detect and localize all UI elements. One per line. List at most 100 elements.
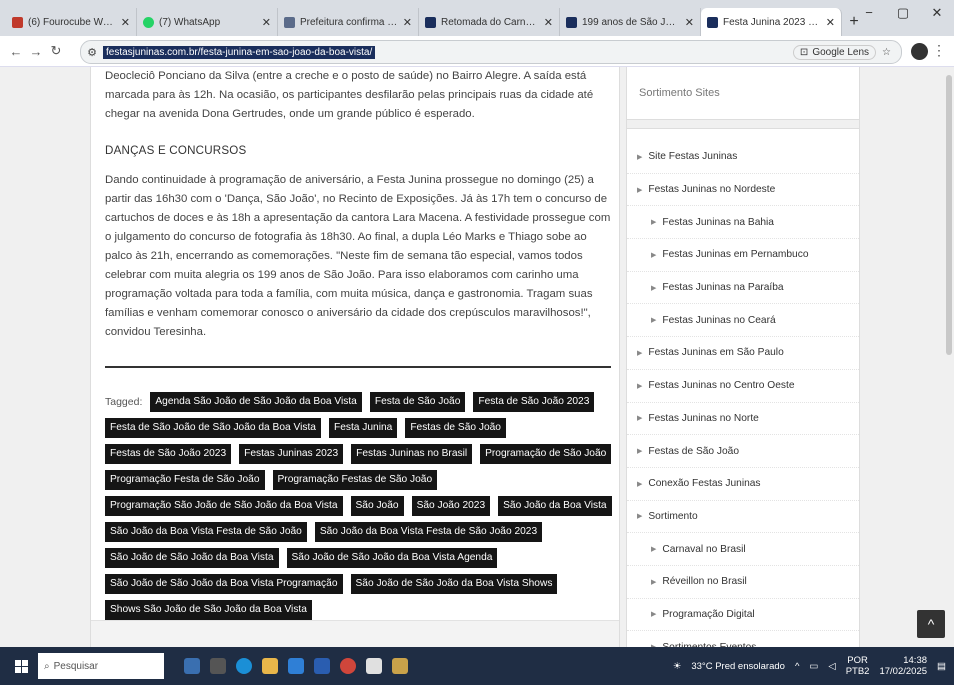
sidebar-link[interactable]: ▶ Festas Juninas em Pernambuco xyxy=(627,239,859,272)
search-icon: ⌕ xyxy=(44,660,50,672)
sidebar-link[interactable]: ▶ Festas Juninas no Centro Oeste xyxy=(627,370,859,403)
notifications-icon[interactable]: ▤ xyxy=(937,661,946,672)
tag-link[interactable]: Festa de São João xyxy=(369,392,466,412)
system-tray: ☀ 33°C Pred ensolarado ^ ▭ ◁ POR PTB2 14… xyxy=(673,655,954,677)
edge-icon[interactable] xyxy=(236,658,252,674)
sidebar-link[interactable]: ▶ Conexão Festas Juninas xyxy=(627,468,859,501)
sidebar-link[interactable]: ▶ Festas Juninas no Norte xyxy=(627,403,859,436)
language-indicator[interactable]: POR PTB2 xyxy=(846,655,870,677)
tag-link[interactable]: São João da Boa Vista Festa de São João … xyxy=(314,522,543,542)
browser-menu-icon[interactable]: ⋮ xyxy=(932,42,946,59)
url-text[interactable]: festasjuninas.com.br/festa-junina-em-sao… xyxy=(103,45,376,59)
volume-icon[interactable]: ◁ xyxy=(828,661,835,672)
chevron-right-icon: ▶ xyxy=(651,546,657,554)
browser-tab[interactable]: (7) WhatsApp ✕ xyxy=(137,8,278,36)
site-info-icon[interactable]: ⚙ xyxy=(81,46,103,59)
tag-link[interactable]: Festa de São João 2023 xyxy=(473,392,595,412)
forward-arrow-icon[interactable]: → xyxy=(26,44,46,59)
tag-link[interactable]: Festas Juninas no Brasil xyxy=(351,444,473,464)
close-window-button[interactable]: ✕ xyxy=(920,0,954,28)
network-icon[interactable]: ▭ xyxy=(809,661,818,672)
back-arrow-icon[interactable]: ← xyxy=(6,44,26,59)
mail-icon[interactable] xyxy=(314,658,330,674)
search-placeholder: Pesquisar xyxy=(53,660,99,672)
google-lens-label: Google Lens xyxy=(812,46,870,58)
tag-link[interactable]: São João xyxy=(350,496,404,516)
sidebar-link[interactable]: ▶ Site Festas Juninas xyxy=(627,141,859,174)
tag-link[interactable]: São João de São João da Boa Vista Agenda xyxy=(286,548,498,568)
tag-link[interactable]: São João de São João da Boa Vista Shows xyxy=(350,574,558,594)
store-icon[interactable] xyxy=(288,658,304,674)
sidebar-link[interactable]: ▶ Festas Juninas no Ceará xyxy=(627,304,859,338)
tag-link[interactable]: São João 2023 xyxy=(411,496,491,516)
tab-close-icon[interactable]: ✕ xyxy=(121,16,130,29)
widgets-icon[interactable] xyxy=(184,658,200,674)
tag-link[interactable]: São João da Boa Vista xyxy=(498,496,612,516)
task-view-icon[interactable] xyxy=(210,658,226,674)
google-lens-button[interactable]: ⊡ Google Lens xyxy=(792,44,877,60)
tag-link[interactable]: São João da Boa Vista Festa de São João xyxy=(105,522,307,542)
tag-link[interactable]: Festas de São João 2023 xyxy=(105,444,232,464)
browser-tab[interactable]: (6) Fourocube Webmail ✕ xyxy=(6,8,137,36)
tag-link[interactable]: Programação de São João xyxy=(480,444,612,464)
tab-close-icon[interactable]: ✕ xyxy=(403,16,412,29)
browser-tab[interactable]: Retomada do Carnaval ✕ xyxy=(419,8,560,36)
browser-tab-active[interactable]: Festa Junina 2023 em São Jo ✕ xyxy=(701,8,842,36)
sidebar-link[interactable]: ▶Sortimentos Eventos xyxy=(627,631,859,647)
tray-overflow-icon[interactable]: ^ xyxy=(795,661,799,672)
tag-link[interactable]: Programação Festas de São João xyxy=(272,470,438,490)
sidebar-widget-title: Sortimento Sites xyxy=(639,87,720,99)
maximize-button[interactable]: ▢ xyxy=(886,0,920,28)
divider xyxy=(627,119,859,129)
sidebar-link-label: Festas Juninas no Ceará xyxy=(662,314,776,326)
tag-link[interactable]: São João de São João da Boa Vista Progra… xyxy=(105,574,343,594)
sidebar-link[interactable]: ▶ Festas Juninas na Bahia xyxy=(627,206,859,240)
chevron-right-icon: ▶ xyxy=(651,611,657,619)
taskbar-search-box[interactable]: ⌕ Pesquisar xyxy=(38,653,164,679)
sidebar-link[interactable]: ▶ Festas Juninas no Nordeste xyxy=(627,174,859,207)
sidebar-link[interactable]: ▶ Programação Digital xyxy=(627,599,859,632)
back-to-top-button[interactable]: ^ xyxy=(917,610,945,638)
scrollbar-thumb[interactable] xyxy=(946,75,952,355)
file-explorer-icon[interactable] xyxy=(262,658,278,674)
tag-link[interactable]: Programação Festa de São João xyxy=(105,470,265,490)
tab-close-icon[interactable]: ✕ xyxy=(544,16,553,29)
chrome-icon[interactable] xyxy=(340,658,356,674)
browser-tab[interactable]: Prefeitura confirma as datas ✕ xyxy=(278,8,419,36)
chevron-right-icon: ▶ xyxy=(637,186,643,194)
tag-link[interactable]: São João de São João da Boa Vista xyxy=(105,548,279,568)
tag-link[interactable]: Festas Juninas 2023 xyxy=(239,444,344,464)
tab-close-icon[interactable]: ✕ xyxy=(826,16,835,29)
app-icon[interactable] xyxy=(366,658,382,674)
tab-close-icon[interactable]: ✕ xyxy=(685,16,694,29)
tag-link[interactable]: Programação São João de São João da Boa … xyxy=(105,496,343,516)
page-scrollbar[interactable] xyxy=(944,67,954,647)
sidebar-link-label: Festas Juninas em Pernambuco xyxy=(662,249,809,261)
reload-icon[interactable]: ↻ xyxy=(46,43,66,59)
sidebar-link[interactable]: ▶ Festas de São João xyxy=(627,435,859,468)
tag-link[interactable]: Festa Junina xyxy=(328,418,398,438)
clock[interactable]: 14:38 17/02/2025 xyxy=(879,655,927,677)
tag-link[interactable]: Agenda São João de São João da Boa Vista xyxy=(150,392,362,412)
tag-link[interactable]: Festas de São João xyxy=(405,418,506,438)
app-icon[interactable] xyxy=(392,658,408,674)
sidebar-link[interactable]: ▶ Festas Juninas na Paraíba xyxy=(627,272,859,305)
weather-text[interactable]: 33°C Pred ensolarado xyxy=(691,661,785,672)
address-bar[interactable]: ⚙ festasjuninas.com.br/festa-junina-em-s… xyxy=(80,40,902,64)
sidebar-link-label: Festas Juninas no Norte xyxy=(648,412,759,424)
sidebar-link[interactable]: ▶ Réveillon no Brasil xyxy=(627,566,859,599)
bookmark-star-icon[interactable]: ☆ xyxy=(882,47,891,58)
browser-tab[interactable]: 199 anos de São João da B ✕ xyxy=(560,8,701,36)
profile-avatar[interactable] xyxy=(911,43,928,60)
start-button[interactable] xyxy=(10,647,32,685)
sidebar-link[interactable]: ▶ Sortimento xyxy=(627,501,859,534)
sidebar-link[interactable]: ▶ Festas Juninas em São Paulo xyxy=(627,337,859,370)
sidebar-link-label: Sortimento xyxy=(648,510,698,522)
tab-title: 199 anos de São João da B xyxy=(582,16,680,28)
tag-link[interactable]: Shows São João de São João da Boa Vista xyxy=(105,600,312,620)
sidebar-link[interactable]: ▶ Carnaval no Brasil xyxy=(627,533,859,566)
tag-link[interactable]: Festa de São João de São João da Boa Vis… xyxy=(105,418,321,438)
minimize-button[interactable]: − xyxy=(852,0,886,28)
chevron-right-icon: ▶ xyxy=(651,284,657,292)
tab-close-icon[interactable]: ✕ xyxy=(262,16,271,29)
